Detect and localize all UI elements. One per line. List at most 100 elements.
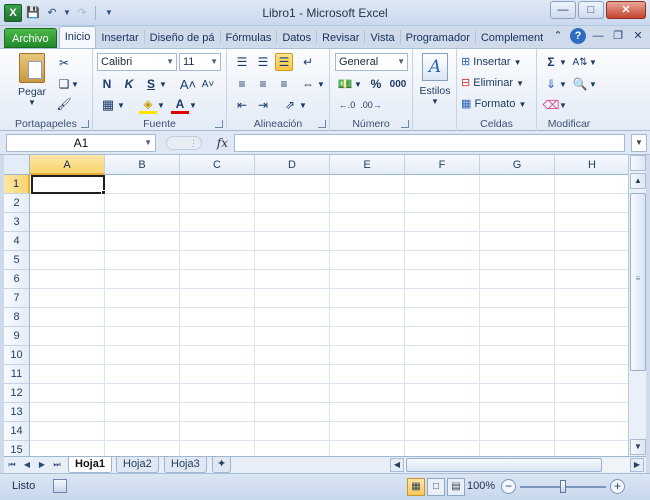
first-sheet-icon[interactable]: ⏮: [6, 458, 18, 472]
column-header[interactable]: G: [480, 155, 555, 175]
help-icon[interactable]: ?: [570, 28, 586, 44]
orientation-icon[interactable]: ⇗: [281, 96, 299, 114]
shrink-font-icon[interactable]: A˅: [199, 75, 217, 93]
horizontal-scroll-thumb[interactable]: [406, 458, 602, 472]
borders-dropdown-icon[interactable]: ▼: [117, 96, 125, 114]
merge-dropdown-icon[interactable]: ▼: [317, 75, 325, 93]
align-center-icon[interactable]: ≡: [254, 75, 272, 93]
thousands-separator-button[interactable]: 000: [388, 75, 408, 93]
scroll-down-icon[interactable]: ▼: [630, 439, 646, 455]
font-color-icon[interactable]: A: [171, 96, 189, 114]
row-header[interactable]: 6: [4, 270, 30, 289]
row-header[interactable]: 13: [4, 403, 30, 422]
font-color-dropdown-icon[interactable]: ▼: [189, 96, 197, 114]
row-header[interactable]: 2: [4, 194, 30, 213]
expand-formula-bar-icon[interactable]: ▼: [631, 134, 647, 152]
italic-button[interactable]: K: [121, 75, 137, 93]
workbook-minimize-icon[interactable]: —: [590, 28, 606, 44]
align-right-icon[interactable]: ≡: [275, 75, 293, 93]
tab-archivo[interactable]: Archivo: [4, 28, 57, 48]
fill-handle[interactable]: [101, 190, 106, 195]
font-name-select[interactable]: Calibri ▼: [97, 53, 177, 71]
align-top-icon[interactable]: ☰: [233, 53, 251, 71]
increase-decimal-icon[interactable]: ←.0: [336, 96, 358, 114]
spreadsheet-grid[interactable]: A B C D E F G H 1 2 3 4 5 6 7 8 9 10 11 …: [4, 155, 628, 456]
fill-color-icon[interactable]: ◈: [139, 96, 157, 114]
tab-vista[interactable]: Vista: [365, 28, 399, 48]
number-launcher-icon[interactable]: [401, 120, 409, 128]
select-all-corner[interactable]: [4, 155, 30, 175]
bold-button[interactable]: N: [99, 75, 115, 93]
row-header[interactable]: 12: [4, 384, 30, 403]
grow-font-icon[interactable]: A˄: [179, 75, 197, 93]
underline-dropdown-icon[interactable]: ▼: [159, 75, 167, 93]
zoom-level[interactable]: 100%: [467, 480, 495, 492]
last-sheet-icon[interactable]: ⏭: [51, 458, 63, 472]
clipboard-launcher-icon[interactable]: [81, 120, 89, 128]
fill-color-dropdown-icon[interactable]: ▼: [157, 96, 165, 114]
sheet-tab-hoja3[interactable]: Hoja3: [164, 457, 207, 473]
column-header[interactable]: H: [555, 155, 628, 175]
paste-button[interactable]: Pegar ▼: [14, 53, 50, 107]
format-painter-icon[interactable]: 🖌: [55, 96, 73, 112]
column-header[interactable]: E: [330, 155, 405, 175]
row-header[interactable]: 3: [4, 213, 30, 232]
minimize-button[interactable]: —: [550, 1, 576, 19]
row-header[interactable]: 10: [4, 346, 30, 365]
row-header[interactable]: 7: [4, 289, 30, 308]
merge-center-icon[interactable]: ⇔: [299, 75, 317, 93]
row-header[interactable]: 8: [4, 308, 30, 327]
sort-filter-dropdown-icon[interactable]: ▼: [589, 53, 597, 71]
tab-insertar[interactable]: Insertar: [96, 28, 143, 48]
macro-record-icon[interactable]: [53, 479, 67, 493]
page-layout-view-icon[interactable]: □: [427, 478, 445, 496]
number-format-select[interactable]: General ▼: [335, 53, 408, 71]
column-header[interactable]: A: [30, 155, 105, 175]
horizontal-scrollbar[interactable]: ◀ ▶: [390, 458, 644, 472]
tab-complementos[interactable]: Complement: [476, 28, 548, 48]
column-header[interactable]: D: [255, 155, 330, 175]
row-header[interactable]: 15: [4, 441, 30, 456]
zoom-out-icon[interactable]: −: [501, 479, 516, 494]
alignment-launcher-icon[interactable]: [318, 120, 326, 128]
active-cell-a1[interactable]: [31, 175, 105, 194]
row-header[interactable]: 5: [4, 251, 30, 270]
currency-dropdown-icon[interactable]: ▼: [354, 75, 362, 93]
column-header[interactable]: B: [105, 155, 180, 175]
minimize-ribbon-icon[interactable]: ⌃: [550, 28, 566, 44]
tab-formulas[interactable]: Fórmulas: [221, 28, 277, 48]
close-button[interactable]: ✕: [606, 1, 646, 19]
zoom-slider-thumb[interactable]: [560, 480, 566, 493]
maximize-button[interactable]: □: [578, 1, 604, 19]
find-select-dropdown-icon[interactable]: ▼: [589, 75, 597, 93]
delete-cells-button[interactable]: ⊟ Eliminar ▼: [461, 74, 524, 93]
find-select-icon[interactable]: 🔍: [571, 75, 589, 93]
percent-button[interactable]: %: [368, 75, 384, 93]
insert-function-button[interactable]: fx: [217, 136, 228, 150]
row-header[interactable]: 9: [4, 327, 30, 346]
underline-button[interactable]: S: [143, 75, 159, 93]
insert-sheet-icon[interactable]: ✦: [212, 457, 232, 473]
orientation-dropdown-icon[interactable]: ▼: [299, 96, 307, 114]
next-sheet-icon[interactable]: ▶: [36, 458, 48, 472]
insert-cells-button[interactable]: ⊞ Insertar ▼: [461, 53, 522, 72]
align-bottom-icon[interactable]: ☰: [275, 53, 293, 71]
zoom-in-icon[interactable]: +: [610, 479, 625, 494]
cell-area[interactable]: [30, 175, 628, 456]
increase-indent-icon[interactable]: ⇥: [254, 96, 272, 114]
formula-splitter-handle[interactable]: ⋮: [166, 136, 202, 150]
decrease-indent-icon[interactable]: ⇤: [233, 96, 251, 114]
row-header[interactable]: 11: [4, 365, 30, 384]
tab-diseno-pagina[interactable]: Diseño de pá: [145, 28, 220, 48]
fill-dropdown-icon[interactable]: ▼: [559, 75, 567, 93]
borders-icon[interactable]: ▦: [99, 96, 117, 114]
font-launcher-icon[interactable]: [215, 120, 223, 128]
formula-input[interactable]: [234, 134, 625, 152]
tab-revisar[interactable]: Revisar: [317, 28, 364, 48]
normal-view-icon[interactable]: ▦: [407, 478, 425, 496]
tab-datos[interactable]: Datos: [277, 28, 316, 48]
wrap-text-icon[interactable]: ↵: [299, 53, 317, 71]
sheet-tab-hoja1[interactable]: Hoja1: [68, 457, 112, 473]
fill-down-icon[interactable]: ⇓: [543, 75, 559, 93]
autosum-icon[interactable]: Σ: [543, 53, 559, 71]
